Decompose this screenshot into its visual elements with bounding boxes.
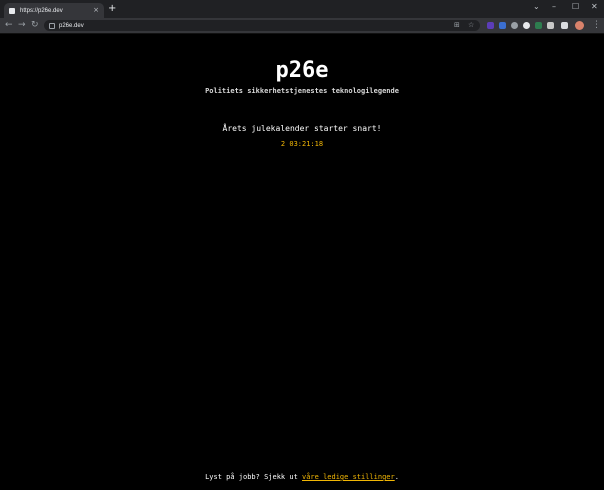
new-tab-button[interactable]: + <box>108 3 116 15</box>
footer-text: Lyst på jobb? Sjekk ut <box>205 473 302 481</box>
close-window-button[interactable]: ✕ <box>591 2 598 12</box>
extension-5-icon[interactable] <box>535 22 542 29</box>
menu-kebab-icon[interactable]: ⋮ <box>592 20 601 30</box>
browser-window: https://p26e.dev × + ⌄ – ☐ ✕ ← → ↻ p26e.… <box>0 0 604 490</box>
favicon-icon <box>9 7 15 14</box>
minimize-button[interactable]: – <box>552 2 556 12</box>
tab-title: https://p26e.dev <box>20 7 63 14</box>
maximize-button[interactable]: ☐ <box>572 2 579 12</box>
tab-close-icon[interactable]: × <box>93 6 99 14</box>
profile-avatar[interactable] <box>575 21 584 30</box>
reload-button[interactable]: ↻ <box>31 20 39 30</box>
address-bar[interactable]: p26e.dev ⊞ ☆ <box>44 20 480 31</box>
footer: Lyst på jobb? Sjekk ut våre ledige still… <box>0 473 604 481</box>
page-content: p26e Politiets sikkerhetstjenestes tekno… <box>0 34 604 490</box>
url-text[interactable]: p26e.dev <box>59 23 84 29</box>
extension-2-icon[interactable] <box>499 22 506 29</box>
page-title: p26e <box>275 58 329 83</box>
extensions-puzzle-icon[interactable] <box>561 22 568 29</box>
tab-strip: https://p26e.dev × + ⌄ – ☐ ✕ <box>0 0 604 18</box>
footer-end: . <box>394 473 399 481</box>
tab-active[interactable]: https://p26e.dev × <box>4 3 104 18</box>
forward-button[interactable]: → <box>18 20 26 30</box>
back-button[interactable]: ← <box>5 20 13 30</box>
calendar-announcement: Årets julekalender starter snart! <box>222 124 382 133</box>
extension-1-icon[interactable] <box>487 22 494 29</box>
bookmark-star-icon[interactable]: ☆ <box>468 21 474 30</box>
extension-3-icon[interactable] <box>511 22 518 29</box>
lock-icon[interactable] <box>49 22 55 29</box>
tab-search-icon[interactable]: ⌄ <box>533 2 540 12</box>
extension-6-icon[interactable] <box>547 22 554 29</box>
page-subtitle: Politiets sikkerhetstjenestes teknologil… <box>205 87 399 95</box>
extension-4-icon[interactable] <box>523 22 530 29</box>
browser-toolbar: ← → ↻ p26e.dev ⊞ ☆ ⋮ <box>0 18 604 34</box>
countdown-timer: 2 03:21:18 <box>280 140 324 148</box>
jobs-link[interactable]: våre ledige stillinger <box>302 473 395 481</box>
install-app-icon[interactable]: ⊞ <box>454 21 460 30</box>
